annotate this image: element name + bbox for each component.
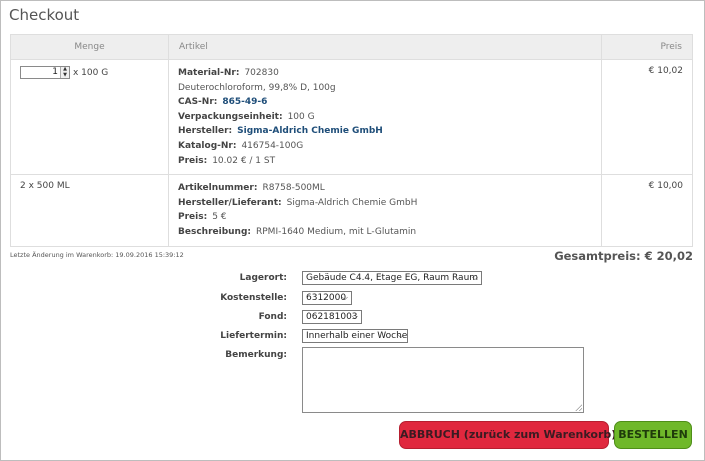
kostenstelle-select[interactable]: 6312000 ⌵ <box>302 291 352 305</box>
article-line: Material-Nr: 702830 <box>178 68 279 78</box>
last-change-text: Letzte Änderung im Warenkorb: 19.09.2016… <box>10 251 184 259</box>
chevron-down-icon: ⌵ <box>471 273 478 282</box>
cart-table: Menge Artikel Preis 1 ▲ ▼ x 100 G Materia… <box>10 34 693 247</box>
lagerort-label: Lagerort: <box>239 273 287 283</box>
article-line: Deuterochloroform, 99,8% D, 100g <box>178 82 336 93</box>
lagerort-select[interactable]: Gebäude C4.4, Etage EG, Raum Raum 01 ⌵ <box>302 271 482 285</box>
chevron-down-icon: ⌵ <box>351 312 358 321</box>
chevron-down-icon: ⌵ <box>397 331 404 340</box>
order-button[interactable]: BESTELLEN <box>614 421 692 449</box>
article-line: Beschreibung: RPMI-1640 Medium, mit L-Glu… <box>178 226 417 237</box>
fond-label: Fond: <box>258 312 287 322</box>
article-line: Hersteller/Lieferant: Sigma-Aldrich Chemi… <box>178 197 418 208</box>
article-line: Katalog-Nr: 416754-100G <box>178 140 304 151</box>
total-price: Gesamtpreis: € 20,02 <box>554 249 693 263</box>
header-article: Artikel <box>168 34 602 60</box>
quantity-stepper[interactable]: 1 ▲ ▼ <box>20 66 70 79</box>
article-line: Artikelnummer: R8758-500ML <box>178 183 325 194</box>
kostenstelle-value: 6312000 <box>306 293 347 303</box>
article-cell: Material-Nr: 702830 Deuterochloroform, 99… <box>168 58 602 176</box>
table-header-row: Menge Artikel Preis <box>10 34 693 60</box>
qty-cell: 2 x 500 ML <box>10 174 169 247</box>
article-line: Preis: 5 € <box>178 212 227 223</box>
lagerort-value: Gebäude C4.4, Etage EG, Raum Raum 01 <box>306 273 482 283</box>
fond-select[interactable]: 062181003 ⌵ <box>302 310 362 324</box>
up-down-arrows-icon[interactable]: ▲ ▼ <box>60 66 69 78</box>
qty-cell: 1 ▲ ▼ x 100 G <box>10 58 169 176</box>
price-cell: € 10,02 <box>601 58 693 176</box>
resize-grip-icon[interactable] <box>575 404 582 411</box>
bemerkung-label: Bemerkung: <box>225 350 287 360</box>
bemerkung-textarea[interactable] <box>302 347 584 413</box>
header-price: Preis <box>601 34 693 60</box>
liefertermin-select[interactable]: Innerhalb einer Woche ⌵ <box>302 329 408 343</box>
article-cell: Artikelnummer: R8758-500ML Hersteller/Lie… <box>168 174 602 247</box>
liefertermin-value: Innerhalb einer Woche <box>306 331 408 341</box>
quantity-value[interactable]: 1 <box>21 67 60 78</box>
quantity-unit: x 100 G <box>73 67 109 78</box>
kostenstelle-label: Kostenstelle: <box>220 293 287 303</box>
cas-number-link[interactable]: 865-49-6 <box>222 97 267 107</box>
table-row: 1 ▲ ▼ x 100 G Material-Nr: 702830 Deuteroc… <box>10 58 693 176</box>
article-line: Hersteller: Sigma-Aldrich Chemie GmbH <box>178 126 383 137</box>
fond-value: 062181003 <box>306 312 358 322</box>
table-row: 2 x 500 ML Artikelnummer: R8758-500ML Her… <box>10 174 693 247</box>
cancel-button[interactable]: ABBRUCH (zurück zum Warenkorb) <box>399 421 616 449</box>
article-line: CAS-Nr: 865-49-6 <box>178 97 268 108</box>
article-line: Preis: 10.02 € / 1 ST <box>178 155 276 166</box>
article-line: Verpackungseinheit: 100 G <box>178 111 315 122</box>
price-cell: € 10,00 <box>601 174 693 247</box>
liefertermin-label: Liefertermin: <box>220 331 287 341</box>
page-title: Checkout <box>9 6 80 24</box>
header-qty: Menge <box>10 34 169 60</box>
chevron-down-icon: ⌵ <box>341 293 348 302</box>
manufacturer-link[interactable]: Sigma-Aldrich Chemie GmbH <box>237 126 383 136</box>
